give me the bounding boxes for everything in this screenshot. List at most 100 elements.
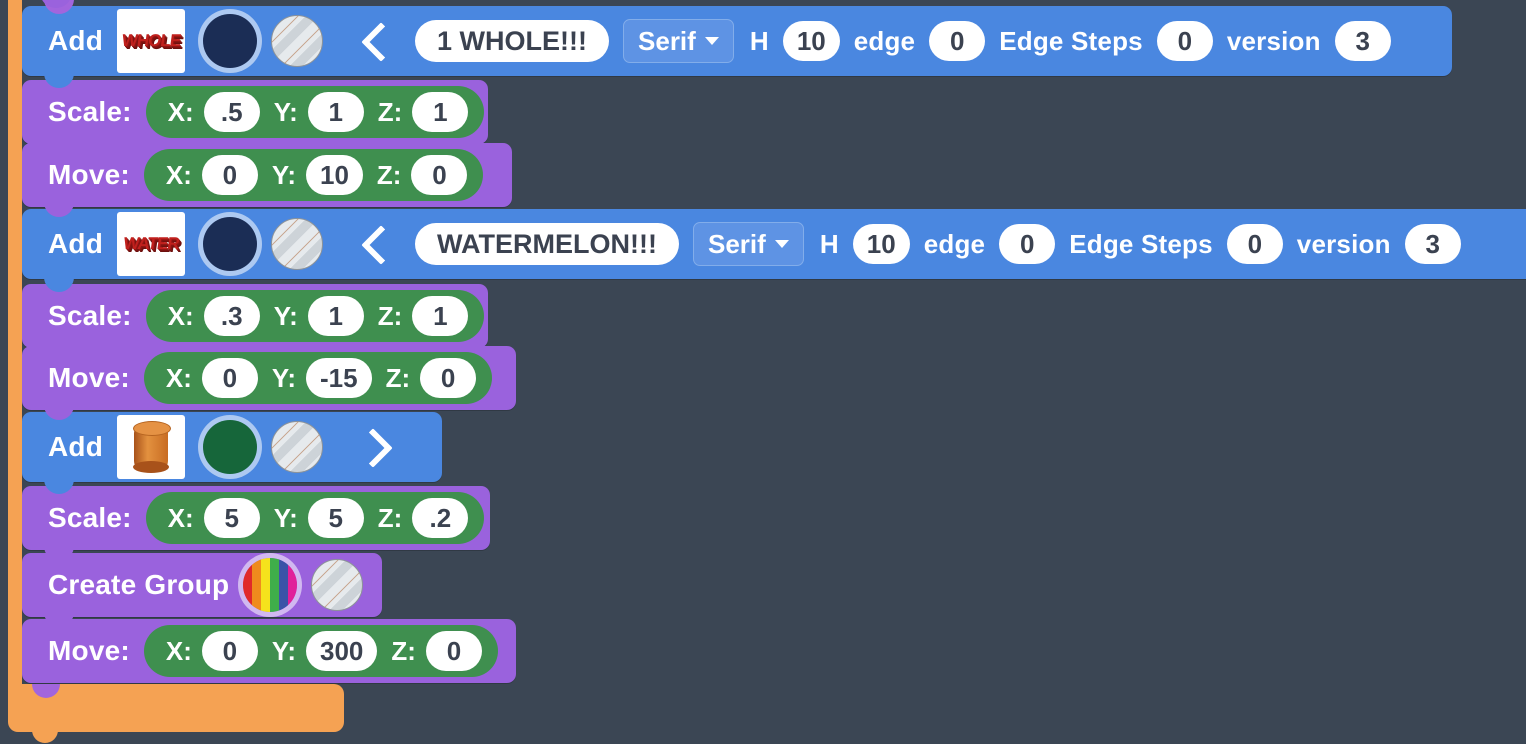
height-input[interactable]: 10 [852, 224, 910, 264]
axis-x-label: X: [167, 96, 194, 127]
scale-z-input[interactable]: 1 [412, 92, 469, 132]
move-x-input[interactable]: 0 [201, 631, 258, 671]
cylinder-thumbnail[interactable] [117, 415, 186, 479]
chevron-down-icon [704, 37, 719, 45]
font-dropdown[interactable]: Serif [693, 222, 804, 266]
texture-swatch-button[interactable] [311, 559, 364, 611]
font-dropdown-value: Serif [638, 26, 696, 56]
axis-y-label: Y: [271, 362, 296, 393]
move-y-input[interactable]: 300 [305, 631, 378, 671]
scale-x-input[interactable]: .3 [203, 296, 260, 336]
chevron-left-icon[interactable] [351, 217, 397, 271]
thumbnail-preview-text: WHOLE [120, 31, 182, 50]
block-workspace-canvas[interactable]: Add WHOLE 1 WHOLE!!! Serif H 10 edge 0 E… [0, 0, 1526, 744]
axis-z-label: Z: [377, 300, 403, 331]
scale-z-input[interactable]: 1 [412, 296, 469, 336]
axis-z-label: Z: [391, 635, 416, 666]
container-block-foot[interactable] [8, 684, 344, 743]
texture-swatch-button[interactable] [271, 15, 324, 67]
scale-values-slot[interactable]: X: 5 Y: 5 Z: .2 [145, 492, 485, 544]
create-group-block[interactable]: Create Group [22, 545, 382, 617]
move-block-label: Move: [48, 635, 130, 666]
chevron-down-icon [774, 240, 789, 248]
chevron-right-icon[interactable] [351, 420, 397, 474]
move-z-input[interactable]: 0 [420, 358, 477, 398]
scale-block-label: Scale: [48, 502, 132, 533]
edge-label: edge [853, 25, 916, 56]
version-label: version [1226, 25, 1321, 56]
color-swatch-button[interactable] [203, 420, 258, 474]
axis-y-label: Y: [273, 300, 298, 331]
move-block-3[interactable]: Move: X: 0 Y: 300 Z: 0 [22, 611, 516, 683]
scale-y-input[interactable]: 1 [307, 92, 364, 132]
font-dropdown-value: Serif [708, 229, 766, 259]
axis-x-label: X: [165, 362, 192, 393]
add-cylinder-block[interactable]: Add [22, 404, 442, 482]
scale-values-slot[interactable]: X: .3 Y: 1 Z: 1 [145, 290, 485, 342]
axis-z-label: Z: [377, 96, 403, 127]
scale-y-input[interactable]: 5 [307, 498, 364, 538]
axis-y-label: Y: [273, 502, 298, 533]
cylinder-shape-icon [133, 421, 172, 473]
add-text-block-1[interactable]: Add WHOLE 1 WHOLE!!! Serif H 10 edge 0 E… [22, 0, 1452, 76]
move-block-label: Move: [48, 159, 130, 190]
scale-x-input[interactable]: 5 [203, 498, 260, 538]
axis-y-label: Y: [271, 635, 296, 666]
axis-x-label: X: [165, 159, 192, 190]
texture-swatch-button[interactable] [271, 421, 324, 473]
scale-block-3[interactable]: Scale: X: 5 Y: 5 Z: .2 [22, 478, 490, 550]
move-y-input[interactable]: -15 [305, 358, 372, 398]
move-values-slot[interactable]: X: 0 Y: -15 Z: 0 [143, 352, 493, 404]
edge-steps-input[interactable]: 0 [1156, 21, 1213, 61]
axis-y-label: Y: [273, 96, 298, 127]
axis-z-label: Z: [376, 159, 402, 190]
text-3d-thumbnail[interactable]: WHOLE [117, 9, 186, 73]
version-label: version [1296, 228, 1391, 259]
axis-z-label: Z: [377, 502, 403, 533]
edge-label: edge [923, 228, 986, 259]
scale-values-slot[interactable]: X: .5 Y: 1 Z: 1 [145, 86, 485, 138]
move-values-slot[interactable]: X: 0 Y: 300 Z: 0 [143, 625, 498, 677]
color-swatch-button[interactable] [203, 14, 258, 68]
text-value-input[interactable]: 1 WHOLE!!! [415, 20, 610, 62]
scale-y-input[interactable]: 1 [307, 296, 364, 336]
move-y-input[interactable]: 10 [305, 155, 363, 195]
container-block-rail[interactable] [8, 0, 22, 686]
scale-block-1[interactable]: Scale: X: .5 Y: 1 Z: 1 [22, 72, 488, 144]
edge-input[interactable]: 0 [929, 21, 986, 61]
rainbow-color-swatch-button[interactable] [243, 558, 298, 612]
height-input[interactable]: 10 [782, 21, 840, 61]
text-value-input[interactable]: WATERMELON!!! [415, 223, 679, 265]
text-3d-thumbnail[interactable]: WATER [117, 212, 186, 276]
axis-x-label: X: [167, 300, 194, 331]
texture-swatch-button[interactable] [271, 218, 324, 270]
move-x-input[interactable]: 0 [201, 358, 258, 398]
move-block-2[interactable]: Move: X: 0 Y: -15 Z: 0 [22, 338, 516, 410]
scale-block-label: Scale: [48, 96, 132, 127]
move-values-slot[interactable]: X: 0 Y: 10 Z: 0 [143, 149, 484, 201]
scale-x-input[interactable]: .5 [203, 92, 260, 132]
color-swatch-button[interactable] [203, 217, 258, 271]
create-group-label: Create Group [48, 569, 230, 600]
version-input[interactable]: 3 [1404, 224, 1461, 264]
chevron-left-icon[interactable] [351, 14, 397, 68]
add-text-block-2[interactable]: Add WATER WATERMELON!!! Serif H 10 edge … [22, 201, 1526, 279]
move-z-input[interactable]: 0 [411, 155, 468, 195]
axis-y-label: Y: [271, 159, 296, 190]
scale-block-label: Scale: [48, 300, 132, 331]
move-block-1[interactable]: Move: X: 0 Y: 10 Z: 0 [22, 135, 512, 207]
scale-block-2[interactable]: Scale: X: .3 Y: 1 Z: 1 [22, 276, 488, 348]
scale-z-input[interactable]: .2 [412, 498, 469, 538]
axis-x-label: X: [165, 635, 192, 666]
move-block-label: Move: [48, 362, 130, 393]
add-block-label: Add [48, 431, 104, 462]
axis-z-label: Z: [385, 362, 411, 393]
move-z-input[interactable]: 0 [425, 631, 482, 671]
edge-input[interactable]: 0 [999, 224, 1056, 264]
height-label: H [749, 25, 769, 56]
version-input[interactable]: 3 [1334, 21, 1391, 61]
font-dropdown[interactable]: Serif [623, 19, 734, 63]
edge-steps-input[interactable]: 0 [1226, 224, 1283, 264]
move-x-input[interactable]: 0 [201, 155, 258, 195]
thumbnail-preview-text: WATER [122, 234, 180, 253]
